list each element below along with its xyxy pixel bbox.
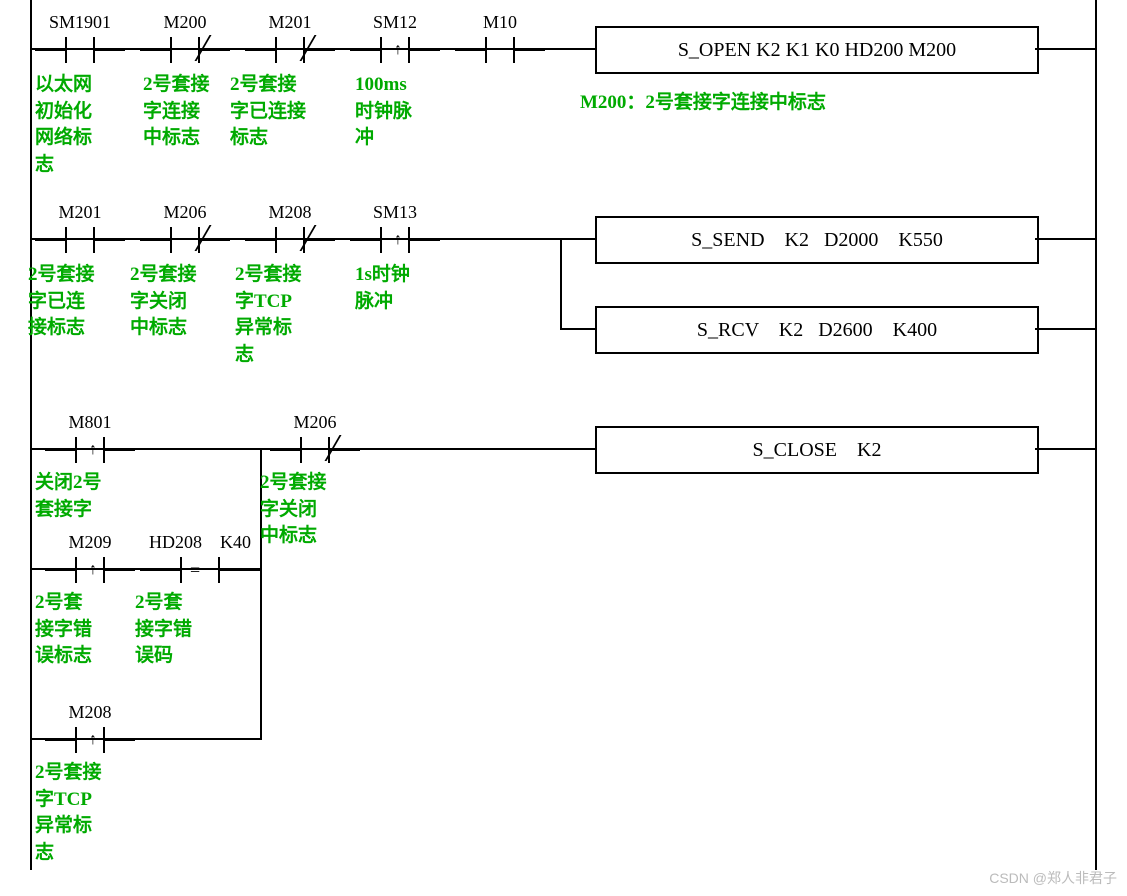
contact-sm13: SM13 ↑ bbox=[350, 204, 440, 253]
note-hd208: 2号套 接字错 误码 bbox=[135, 590, 192, 670]
note-m208b: 2号套接 字TCP 异常标 志 bbox=[235, 262, 302, 368]
note-m208c: 2号套接 字TCP 异常标 志 bbox=[35, 760, 102, 866]
note-m201b: 2号套接 字已连 接标志 bbox=[28, 262, 95, 342]
compare-hd208-k40: HD208 K40 = bbox=[140, 534, 260, 583]
note-m209: 2号套 接字错 误标志 bbox=[35, 590, 92, 670]
note-sm13: 1s时钟 脉冲 bbox=[355, 262, 410, 315]
func-s-rcv: S_RCV K2 D2600 K400 bbox=[595, 306, 1039, 354]
ladder-diagram: SM1901 M200 M201 SM12 ↑ M10 S_OPEN K2 K1… bbox=[20, 0, 1120, 870]
note-m200-side: M200：2号套接字连接中标志 bbox=[580, 90, 826, 117]
note-m206c: 2号套接 字关闭 中标志 bbox=[260, 470, 327, 550]
func-s-close: S_CLOSE K2 bbox=[595, 426, 1039, 474]
contact-m200-nc: M200 bbox=[140, 14, 230, 63]
right-power-rail bbox=[1095, 0, 1097, 870]
contact-m801: M801 ↑ bbox=[45, 414, 135, 463]
contact-m10: M10 bbox=[455, 14, 545, 63]
func-s-open: S_OPEN K2 K1 K0 HD200 M200 bbox=[595, 26, 1039, 74]
contact-m206c-nc: M206 bbox=[270, 414, 360, 463]
note-m206b: 2号套接 字关闭 中标志 bbox=[130, 262, 197, 342]
contact-m208-nc: M208 bbox=[245, 204, 335, 253]
note-sm1901: 以太网 初始化 网络标 志 bbox=[35, 72, 125, 178]
contact-m201-nc: M201 bbox=[245, 14, 335, 63]
func-s-send: S_SEND K2 D2000 K550 bbox=[595, 216, 1039, 264]
note-m201: 2号套接 字已连接 标志 bbox=[230, 72, 306, 152]
watermark: CSDN @郑人非君子 bbox=[989, 868, 1117, 888]
contact-m201: M201 bbox=[35, 204, 125, 253]
contact-m209: M209 ↑ bbox=[45, 534, 135, 583]
contact-sm1901: SM1901 bbox=[35, 14, 125, 63]
contact-m206-nc: M206 bbox=[140, 204, 230, 253]
contact-m208c: M208 ↑ bbox=[45, 704, 135, 753]
note-m200: 2号套接 字连接 中标志 bbox=[143, 72, 210, 152]
note-sm12: 100ms 时钟脉 冲 bbox=[355, 72, 412, 152]
contact-sm12: SM12 ↑ bbox=[350, 14, 440, 63]
note-m801: 关闭2号 套接字 bbox=[35, 470, 102, 523]
